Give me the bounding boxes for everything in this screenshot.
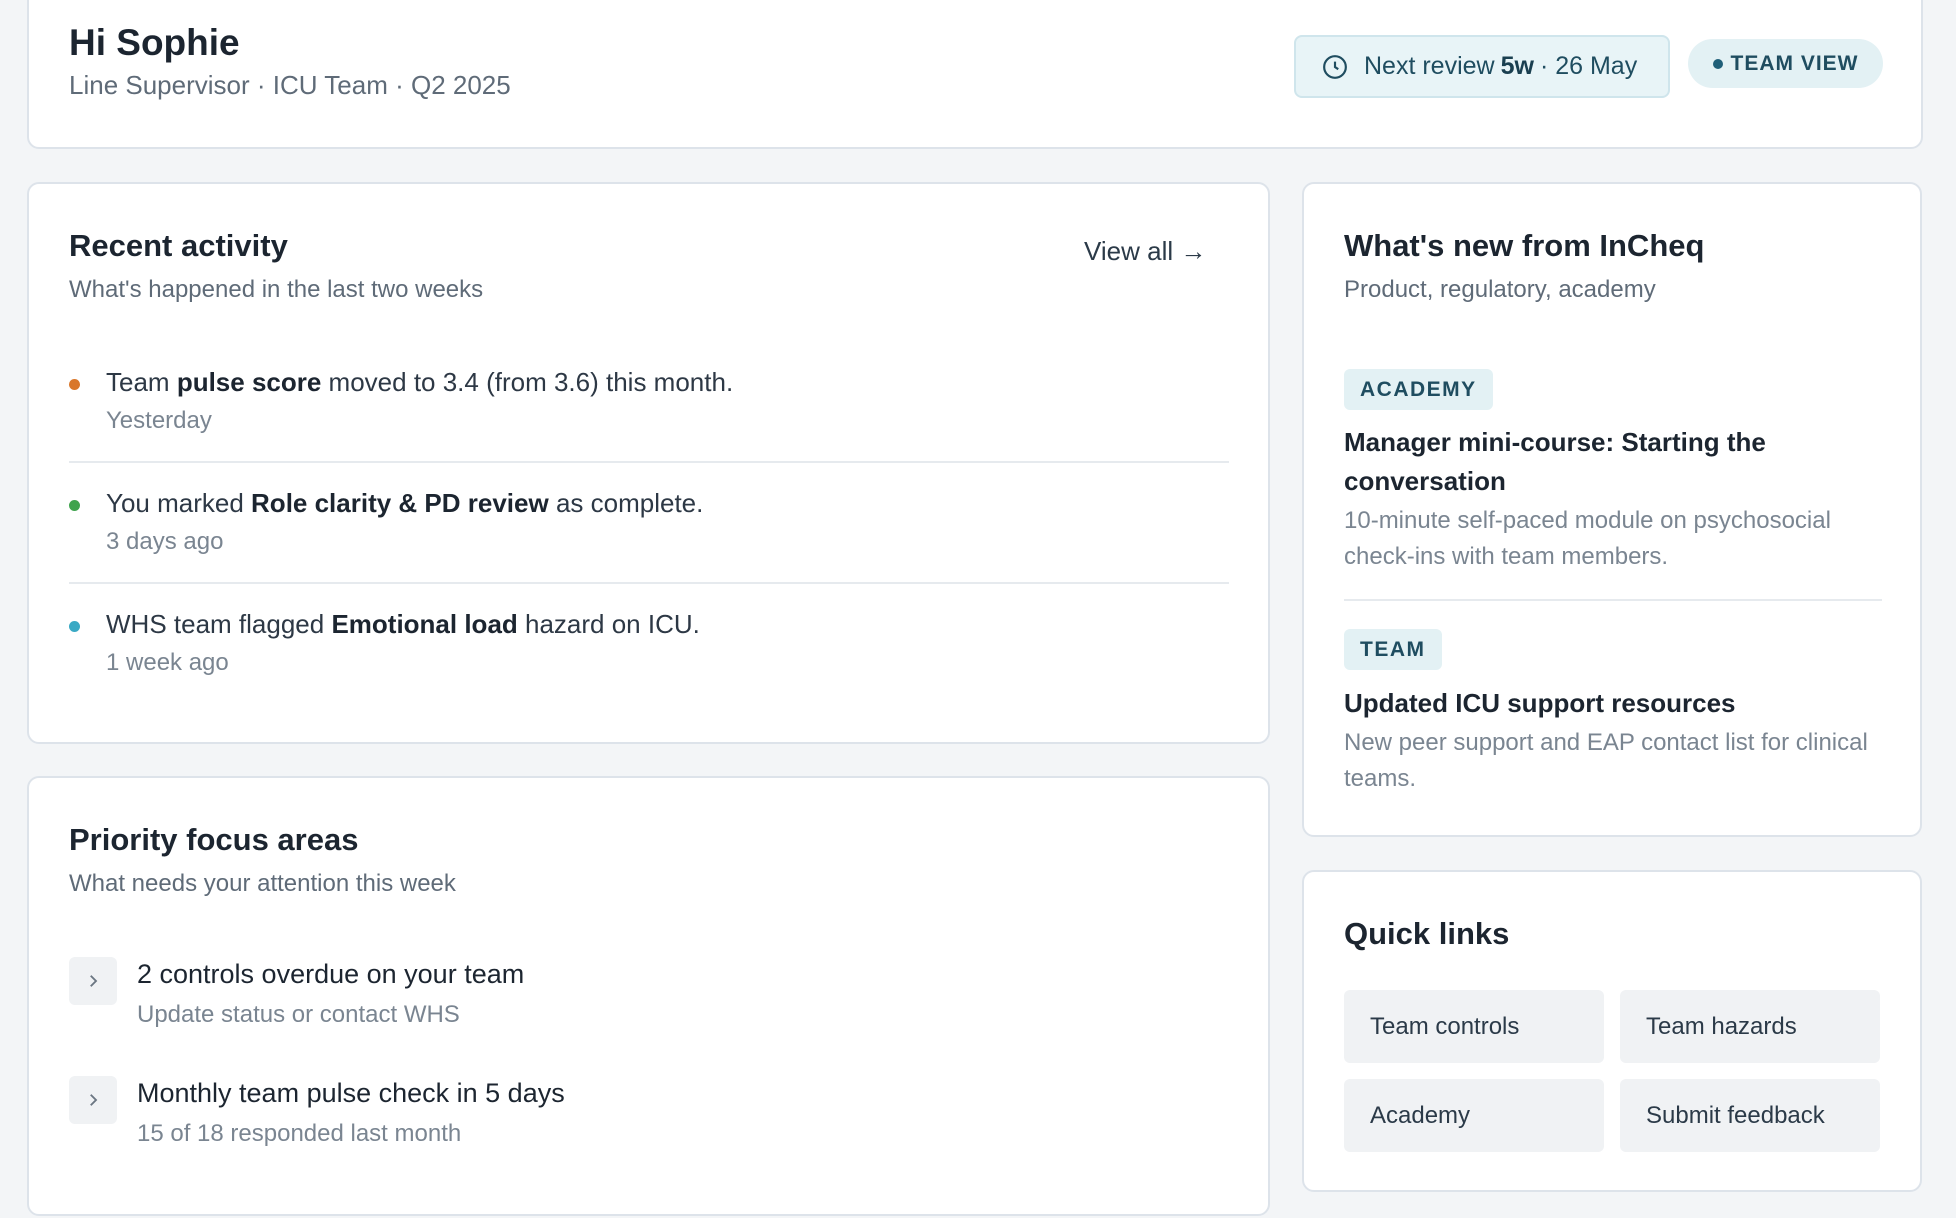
review-prefix: Next review <box>1364 52 1495 80</box>
chevron-right-icon <box>69 1076 117 1124</box>
news-tag-badge: TEAM <box>1344 629 1442 670</box>
review-date: · 26 May <box>1539 52 1638 80</box>
priority-focus-title: Priority focus areas <box>69 822 359 857</box>
quick-links-card: Quick links Team controls Team hazards A… <box>1302 870 1922 1192</box>
focus-item-title: Monthly team pulse check in 5 days <box>137 1078 565 1108</box>
news-item-title[interactable]: Updated ICU support resources <box>1344 684 1884 723</box>
divider <box>69 582 1229 584</box>
activity-text: Team pulse score moved to 3.4 (from 3.6)… <box>106 367 734 397</box>
divider <box>1344 599 1882 601</box>
activity-text: You marked Role clarity & PD review as c… <box>106 488 704 518</box>
quick-link-academy[interactable]: Academy <box>1344 1079 1604 1152</box>
recent-activity-title: Recent activity <box>69 228 288 263</box>
quick-link-submit-feedback[interactable]: Submit feedback <box>1620 1079 1880 1152</box>
quick-link-team-hazards[interactable]: Team hazards <box>1620 990 1880 1063</box>
focus-item-subtitle: 15 of 18 responded last month <box>137 1120 462 1147</box>
role-line: Line Supervisor · ICU Team · Q2 2025 <box>69 70 511 100</box>
review-weeks: 5w <box>1500 52 1534 80</box>
whats-new-title: What's new from InCheq <box>1344 228 1705 263</box>
whats-new-subtitle: Product, regulatory, academy <box>1344 276 1656 303</box>
activity-text: WHS team flagged Emotional load hazard o… <box>106 609 700 639</box>
activity-bullet-icon <box>69 621 80 632</box>
activity-bullet-icon <box>69 500 80 511</box>
team-view-label: TEAM VIEW <box>1730 51 1859 75</box>
team-view-badge: TEAM VIEW <box>1688 39 1883 88</box>
activity-time: Yesterday <box>106 407 212 434</box>
news-item-description: 10-minute self-paced module on psychosoc… <box>1344 507 1831 570</box>
view-all-link[interactable]: View all → <box>1084 236 1206 267</box>
chevron-right-icon <box>69 957 117 1005</box>
recent-activity-subtitle: What's happened in the last two weeks <box>69 276 484 303</box>
news-item-description: New peer support and EAP contact list fo… <box>1344 729 1868 792</box>
next-review-pill: Next review 5w · 26 May <box>1294 35 1670 98</box>
activity-time: 3 days ago <box>106 528 224 555</box>
quick-links-title: Quick links <box>1344 916 1510 951</box>
focus-item-subtitle: Update status or contact WHS <box>137 1001 460 1028</box>
activity-bullet-icon <box>69 379 80 390</box>
news-tag-badge: ACADEMY <box>1344 369 1493 410</box>
header-card: Hi Sophie Line Supervisor · ICU Team · Q… <box>27 0 1923 149</box>
page-title: Hi Sophie <box>69 22 240 63</box>
clock-icon <box>1323 54 1347 79</box>
recent-activity-card: Recent activity What's happened in the l… <box>27 182 1270 744</box>
divider <box>69 461 1229 463</box>
news-item-title[interactable]: Manager mini-course: Starting the conver… <box>1344 423 1884 501</box>
activity-time: 1 week ago <box>106 649 229 676</box>
focus-item-title: 2 controls overdue on your team <box>137 959 525 989</box>
priority-focus-subtitle: What needs your attention this week <box>69 870 456 897</box>
whats-new-card: What's new from InCheq Product, regulato… <box>1302 182 1922 837</box>
priority-focus-card: Priority focus areas What needs your att… <box>27 776 1270 1216</box>
quick-link-team-controls[interactable]: Team controls <box>1344 990 1604 1063</box>
status-dot-icon <box>1712 58 1723 69</box>
